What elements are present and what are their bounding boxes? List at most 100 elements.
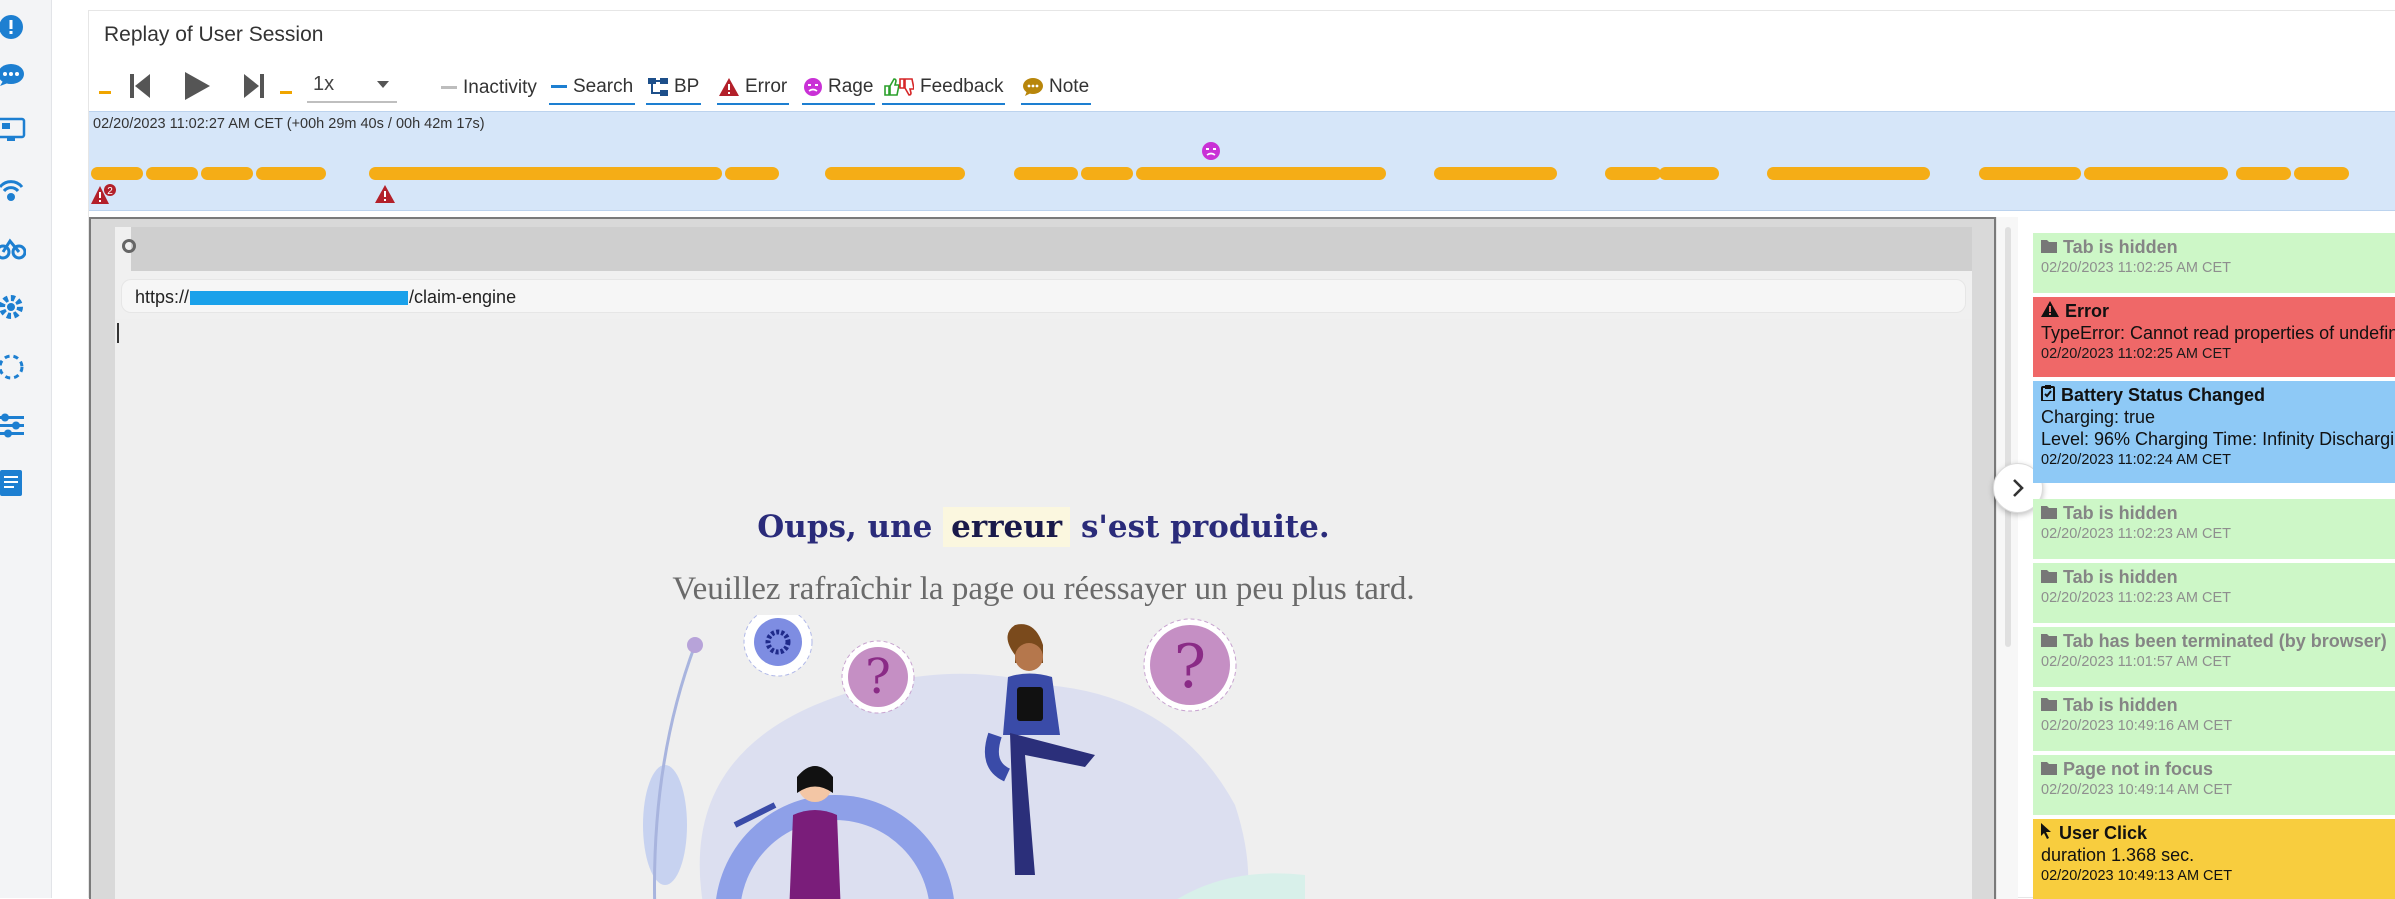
thumbs-up-down-icon <box>884 78 914 96</box>
play-button[interactable] <box>179 69 215 103</box>
chevron-down-icon <box>377 81 389 88</box>
event-item[interactable]: Tab is hidden 02/20/2023 11:02:23 AM CET <box>2033 563 2395 623</box>
event-item[interactable]: Tab is hidden 02/20/2023 11:02:23 AM CET <box>2033 499 2395 559</box>
error-marker-count: 2 <box>107 186 113 197</box>
warning-icon <box>719 78 739 96</box>
document-icon[interactable] <box>0 468 26 498</box>
url-text: https:// /claim-engine <box>135 287 516 308</box>
chat-bubble-icon[interactable] <box>0 60 26 90</box>
dash-icon <box>551 85 567 89</box>
replay-toolbar: 1x Inactivity Search BP Error Rage Feedb… <box>89 63 1289 107</box>
rage-marker-icon[interactable] <box>1202 142 1220 165</box>
error-heading-before: Oups, une <box>757 509 933 545</box>
activity-segment[interactable] <box>1659 167 1719 180</box>
skip-back-button[interactable] <box>125 69 155 103</box>
filter-rage[interactable]: Rage <box>802 71 876 105</box>
activity-segment[interactable] <box>825 167 965 180</box>
browser-tab-strip <box>115 227 1972 271</box>
left-nav-rail <box>0 0 52 898</box>
skip-forward-icon <box>244 74 264 98</box>
event-item[interactable]: User Click duration 1.368 sec. 02/20/202… <box>2033 819 2395 899</box>
loading-circle-icon[interactable] <box>0 352 26 382</box>
warning-icon <box>2041 301 2059 322</box>
activity-segment[interactable] <box>146 167 198 180</box>
activity-segment[interactable] <box>2084 167 2228 180</box>
filter-error[interactable]: Error <box>717 71 790 105</box>
filter-feedback[interactable]: Feedback <box>882 71 1006 105</box>
alert-circle-icon[interactable] <box>0 12 26 42</box>
event-list[interactable]: Tab is hidden 02/20/2023 11:02:25 AM CET… <box>2033 217 2395 899</box>
event-item[interactable]: Error TypeError: Cannot read properties … <box>2033 297 2395 377</box>
event-item[interactable]: Tab is hidden 02/20/2023 10:49:16 AM CET <box>2033 691 2395 751</box>
browser-tab <box>115 227 136 271</box>
replayed-browser: https:// /claim-engine Oups, une erreur s… <box>115 227 1972 899</box>
event-detail: TypeError: Cannot read properties of und… <box>2041 323 2395 343</box>
gear-icon[interactable] <box>0 292 26 322</box>
folder-icon <box>2041 567 2057 588</box>
toolbar-dash-left <box>99 91 111 94</box>
event-title: Error <box>2065 301 2110 321</box>
activity-segment[interactable] <box>1014 167 1078 180</box>
dash-icon <box>441 86 457 90</box>
chevron-right-icon <box>2013 479 2024 497</box>
activity-segment[interactable] <box>1434 167 1557 180</box>
activity-segment[interactable] <box>1136 167 1386 180</box>
error-subtext: Veuillez rafraîchir la page ou réessayer… <box>672 571 1415 607</box>
activity-segment[interactable] <box>2236 167 2291 180</box>
scrollbar-track[interactable] <box>2005 227 2011 647</box>
activity-segment[interactable] <box>725 167 779 180</box>
speed-select[interactable]: 1x <box>307 67 397 103</box>
activity-segment[interactable] <box>91 167 143 180</box>
activity-segment[interactable] <box>369 167 722 180</box>
url-suffix: /claim-engine <box>409 287 517 307</box>
page-title: Replay of User Session <box>104 23 324 46</box>
filter-inactivity[interactable]: Inactivity <box>439 71 539 105</box>
activity-segment[interactable] <box>256 167 326 180</box>
activity-segment[interactable] <box>201 167 253 180</box>
folder-icon <box>2041 237 2057 258</box>
error-marker-icon[interactable]: 2 <box>91 184 117 211</box>
replay-viewport[interactable]: https:// /claim-engine Oups, une erreur s… <box>89 217 1996 899</box>
event-time: 02/20/2023 11:02:23 AM CET <box>2041 526 2231 542</box>
filter-error-label: Error <box>745 76 788 97</box>
activity-segment[interactable] <box>1767 167 1930 180</box>
event-item[interactable]: Battery Status Changed Charging: true Le… <box>2033 381 2395 483</box>
session-timeline[interactable]: 02/20/2023 11:02:27 AM CET (+00h 29m 40s… <box>89 111 2395 211</box>
monitor-icon[interactable] <box>0 115 26 145</box>
event-detail: Charging: true <box>2041 407 2156 427</box>
error-heading-highlight: erreur <box>943 507 1071 547</box>
event-time: 02/20/2023 11:02:25 AM CET <box>2041 260 2231 276</box>
broadcast-icon[interactable] <box>0 175 26 205</box>
event-title: Tab has been terminated (by browser) <box>2063 631 2387 651</box>
panel-resize-handle[interactable] <box>1996 217 2018 899</box>
filter-note[interactable]: Note <box>1021 71 1092 105</box>
event-title: Tab is hidden <box>2063 695 2178 715</box>
event-title: Tab is hidden <box>2063 567 2178 587</box>
skip-forward-button[interactable] <box>239 69 269 103</box>
address-bar: https:// /claim-engine <box>121 279 1966 313</box>
event-title: Tab is hidden <box>2063 503 2178 523</box>
sliders-icon[interactable] <box>0 410 26 440</box>
replayed-page-content: Oups, une erreur s'est produite. Veuille… <box>115 319 1972 899</box>
activity-segment[interactable] <box>1979 167 2081 180</box>
filter-feedback-label: Feedback <box>920 76 1004 97</box>
event-time: 02/20/2023 11:02:23 AM CET <box>2041 590 2231 606</box>
activity-segment[interactable] <box>1605 167 1661 180</box>
bicycle-icon[interactable] <box>0 232 26 262</box>
event-time: 02/20/2023 10:49:14 AM CET <box>2041 782 2233 798</box>
event-detail: duration 1.368 sec. <box>2041 845 2195 865</box>
activity-segment[interactable] <box>1081 167 1133 180</box>
activity-segment[interactable] <box>2294 167 2349 180</box>
event-item[interactable]: Page not in focus 02/20/2023 10:49:14 AM… <box>2033 755 2395 815</box>
error-marker-icon[interactable] <box>375 184 395 209</box>
event-item[interactable]: Tab is hidden 02/20/2023 11:02:25 AM CET <box>2033 233 2395 293</box>
event-time: 02/20/2023 11:01:57 AM CET <box>2041 654 2231 670</box>
filter-search[interactable]: Search <box>549 71 636 105</box>
event-title: Battery Status Changed <box>2061 385 2266 405</box>
filter-bp[interactable]: BP <box>646 71 702 105</box>
event-item[interactable]: Tab has been terminated (by browser) 02/… <box>2033 627 2395 687</box>
event-time: 02/20/2023 11:02:24 AM CET <box>2041 452 2231 468</box>
redacted-block <box>190 291 409 306</box>
error-heading: Oups, une erreur s'est produite. <box>115 507 1972 547</box>
url-prefix: https:// <box>135 287 190 307</box>
